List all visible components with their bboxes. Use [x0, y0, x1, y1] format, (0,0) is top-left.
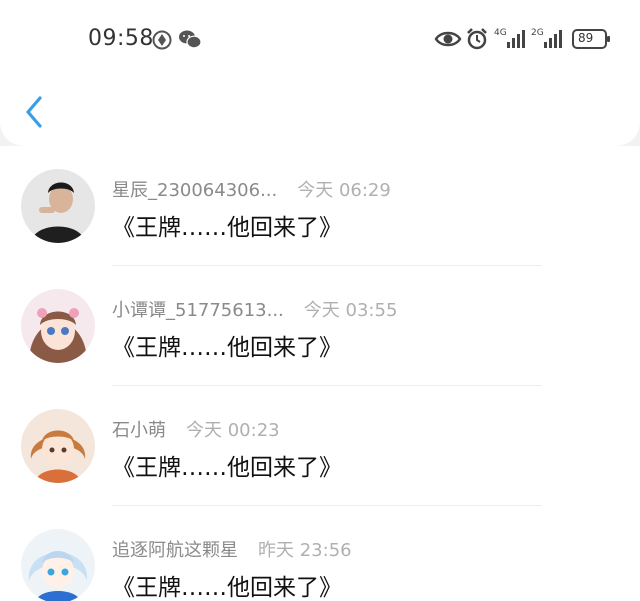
- signal-2g-icon: 2G: [531, 28, 562, 48]
- comment-username[interactable]: 小谭谭_51775613...: [112, 300, 284, 321]
- orange-hair-avatar[interactable]: [21, 409, 95, 483]
- comment-item[interactable]: 石小萌 今天 00:23 《王牌……他回来了》: [0, 386, 640, 506]
- comment-username[interactable]: 石小萌: [112, 420, 166, 441]
- comment-text: 《王牌……他回来了》: [112, 335, 342, 361]
- alarm-icon: [467, 28, 487, 50]
- wechat-icon: [179, 30, 202, 49]
- comment-meta: 星辰_230064306... 今天 06:29: [112, 176, 391, 202]
- comment-username[interactable]: 追逐阿航这颗星: [112, 540, 238, 561]
- back-button[interactable]: [20, 92, 50, 132]
- comment-text: 《王牌……他回来了》: [112, 215, 342, 241]
- battery-level: 89: [578, 31, 594, 45]
- comment-time: 昨天 23:56: [258, 540, 352, 561]
- anime-girl-avatar[interactable]: [21, 289, 95, 363]
- blue-hair-avatar[interactable]: [21, 529, 95, 601]
- comment-meta: 小谭谭_51775613... 今天 03:55: [112, 296, 397, 322]
- eye-icon: [434, 31, 462, 47]
- location-icon: [152, 30, 172, 50]
- comment-time: 今天 00:23: [186, 420, 280, 441]
- comment-time: 今天 03:55: [303, 300, 398, 321]
- comment-item[interactable]: 星辰_230064306... 今天 06:29 《王牌……他回来了》: [0, 146, 640, 266]
- header: 09:58 4G 2G 89: [0, 0, 640, 146]
- comment-meta: 追逐阿航这颗星 昨天 23:56: [112, 536, 352, 562]
- comment-text: 《王牌……他回来了》: [112, 575, 342, 601]
- comment-meta: 石小萌 今天 00:23: [112, 416, 280, 442]
- boy-avatar[interactable]: [21, 169, 95, 243]
- comment-item[interactable]: 小谭谭_51775613... 今天 03:55 《王牌……他回来了》: [0, 266, 640, 386]
- screen: 09:58 4G 2G 89 星辰_230064306... 今天 06:29 …: [0, 0, 640, 601]
- status-time: 09:58: [88, 26, 154, 51]
- comment-text: 《王牌……他回来了》: [112, 455, 342, 481]
- network-4g-label: 4G: [494, 28, 507, 38]
- comment-username[interactable]: 星辰_230064306...: [112, 180, 277, 201]
- signal-4g-icon: 4G: [494, 28, 525, 48]
- comment-list: 星辰_230064306... 今天 06:29 《王牌……他回来了》 小谭谭_…: [0, 146, 640, 601]
- comment-time: 今天 06:29: [297, 180, 391, 201]
- network-2g-label: 2G: [531, 28, 544, 38]
- comment-item[interactable]: 追逐阿航这颗星 昨天 23:56 《王牌……他回来了》: [0, 506, 640, 601]
